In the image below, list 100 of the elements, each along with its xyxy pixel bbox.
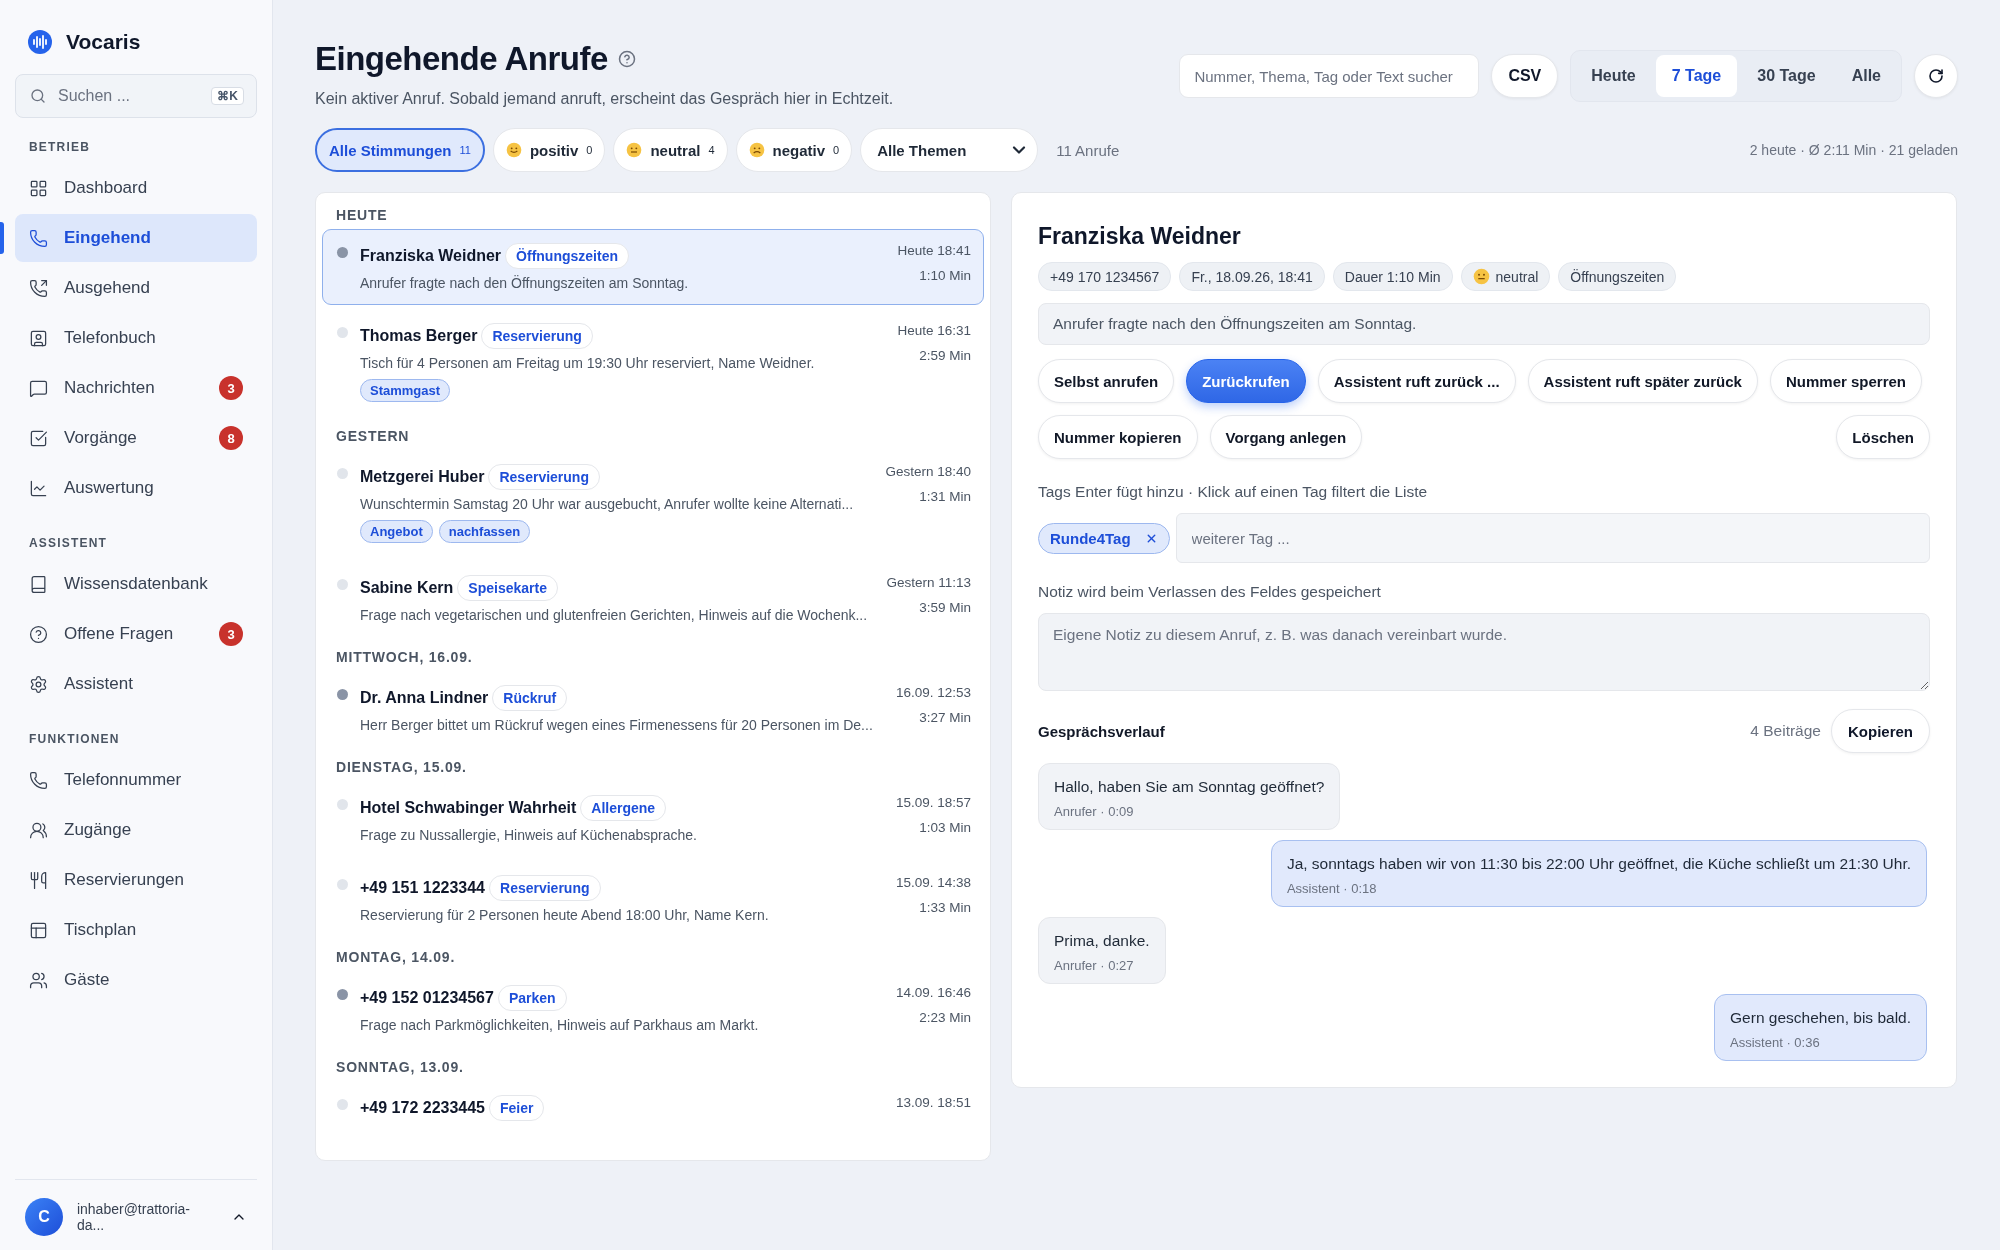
logo-icon: [28, 30, 52, 54]
message-count: 4 Beiträge: [1750, 722, 1821, 740]
smiley-icon: [626, 142, 643, 158]
call-row[interactable]: Thomas Berger Reservierung Tisch für 4 Personen am Freitag um 19:30 Uhr reserviert, Name Weidner. Stammgast Heute 16:31 2:59 Min: [322, 309, 984, 416]
refresh-icon: [1928, 68, 1944, 84]
nav-item[interactable]: Tischplan: [15, 906, 257, 954]
call-row[interactable]: +49 152 01234567 Parken Frage nach Parkmöglichkeiten, Hinweis auf Parkhaus am Markt. 14.09. 16:46 2:23 Min: [322, 971, 984, 1047]
date-heading: MONTAG, 14.09.: [335, 948, 457, 967]
message-meta: Assistent · 0:36: [1730, 1035, 1821, 1050]
call-duration: 1:03 Min: [919, 820, 971, 835]
topic-tag[interactable]: Rückruf: [492, 685, 568, 711]
nav-icon: [29, 328, 48, 348]
action-button[interactable]: Zurückrufen: [1186, 359, 1306, 403]
action-button[interactable]: Nummer sperren: [1769, 359, 1922, 403]
nav-icon: [29, 278, 48, 298]
call-row[interactable]: Dr. Anna Lindner Rückruf Herr Berger bittet um Rückruf wegen eines Firmenessens für 20 Personen im De... 16.09. 12:53 3:27 Min: [322, 671, 984, 747]
action-button[interactable]: Nummer kopieren: [1038, 415, 1198, 459]
nav-item[interactable]: Assistent: [15, 660, 257, 708]
call-duration: 3:27 Min: [919, 710, 971, 725]
nav-icon: [29, 674, 48, 694]
note-field[interactable]: Eigene Notiz zu diesem Anruf, z. B. was danach vereinbart wurde.: [1038, 613, 1930, 691]
topic-tag[interactable]: Parken: [497, 985, 567, 1011]
nav-item[interactable]: Nachrichten 3: [15, 364, 257, 412]
nav-item[interactable]: Telefonbuch: [15, 314, 257, 362]
nav-item[interactable]: Ausgehend: [15, 264, 257, 312]
topic-tag[interactable]: Öffnungszeiten: [505, 243, 629, 269]
nav-item[interactable]: Reservierungen: [15, 856, 257, 904]
caller-name: Metzgerei Huber: [360, 468, 485, 486]
call-row[interactable]: Metzgerei Huber Reservierung Wunschtermin Samstag 20 Uhr war ausgebucht, Anrufer wollte keine Alternati... Angebot nachfassen Gestern 18:40 1:31 Min: [322, 450, 984, 557]
count-badge: 3: [219, 622, 243, 646]
action-button[interactable]: Selbst anrufen: [1038, 359, 1175, 403]
smiley-icon: [505, 142, 522, 158]
nav-icon: [29, 228, 48, 248]
topic-tag[interactable]: Reservierung: [489, 875, 601, 901]
call-row[interactable]: Sabine Kern Speisekarte Frage nach vegetarischen und glutenfreien Gerichten, Hinweis auf die Wochenk... Gestern 11:13 3:59 Min: [322, 561, 984, 637]
result-count: 11 Anrufe: [1056, 141, 1120, 159]
topic-select[interactable]: Alle Themen: [860, 128, 1039, 172]
tags-hint: Tags Enter fügt hinzu · Klick auf einen Tag filtert die Liste: [1038, 483, 1429, 501]
call-time: Heute 16:31: [897, 323, 971, 338]
tag-input[interactable]: weiterer Tag ...: [1175, 513, 1930, 563]
page-subtitle: Kein aktiver Anruf. Sobald jemand anruft, erscheint das Gespräch hier in Echtzeit.: [315, 90, 894, 108]
range-tab[interactable]: Heute: [1575, 55, 1652, 97]
mood-filter[interactable]: negativ 0: [735, 128, 853, 172]
user-email: inhaber@trattoria-da...: [76, 1201, 191, 1233]
message-text: Ja, sonntags haben wir von 11:30 bis 22:00 Uhr geöffnet, die Küche schließt um 21:30 Uhr.: [1286, 855, 1911, 873]
topic-tag[interactable]: Reservierung: [488, 464, 600, 490]
delete-button[interactable]: Löschen: [1836, 415, 1930, 459]
nav-icon: [29, 820, 48, 840]
call-summary: Herr Berger bittet um Rückruf wegen eines Firmenessens für 20 Personen im De...: [360, 717, 873, 733]
tag[interactable]: Runde4Tag: [1038, 522, 1170, 554]
copy-button[interactable]: Kopieren: [1831, 709, 1930, 753]
nav-icon: [29, 178, 48, 198]
call-row[interactable]: +49 151 1223344 Reservierung Reservierung für 2 Personen heute Abend 18:00 Uhr, Name Kern. 15.09. 14:38 1:33 Min: [322, 861, 984, 937]
mood-filter[interactable]: neutral 4: [613, 128, 728, 172]
nav-item[interactable]: Dashboard: [15, 164, 257, 212]
caller-name: Dr. Anna Lindner: [360, 689, 489, 707]
action-button[interactable]: Assistent ruft später zurück: [1527, 359, 1758, 403]
call-summary: Frage nach Parkmöglichkeiten, Hinweis auf Parkhaus am Markt.: [360, 1017, 759, 1033]
tag[interactable]: nachfassen: [438, 520, 531, 543]
nav-item[interactable]: Offene Fragen 3: [15, 610, 257, 658]
call-time: Gestern 18:40: [885, 464, 971, 479]
csv-button[interactable]: CSV: [1491, 54, 1559, 98]
call-row[interactable]: Hotel Schwabinger Wahrheit Allergene Frage zu Nussallergie, Hinweis auf Küchenabsprache. 15.09. 18:57 1:03 Min: [322, 781, 984, 857]
mood-filter[interactable]: positiv 0: [492, 128, 606, 172]
call-row[interactable]: Franziska Weidner Öffnungszeiten Anrufer fragte nach den Öffnungszeiten am Sonntag. Heute 18:41 1:10 Min: [322, 229, 984, 305]
nav-item[interactable]: Auswertung: [15, 464, 257, 512]
nav-item[interactable]: Vorgänge 8: [15, 414, 257, 462]
topic-tag[interactable]: Allergene: [580, 795, 667, 821]
nav-item[interactable]: Zugänge: [15, 806, 257, 854]
call-time: 15.09. 14:38: [895, 875, 971, 890]
nav-item[interactable]: Telefonnummer: [15, 756, 257, 804]
action-button[interactable]: Vorgang anlegen: [1209, 415, 1363, 459]
search-field[interactable]: Nummer, Thema, Tag oder Text sucher: [1179, 54, 1480, 98]
call-time: Heute 18:41: [897, 243, 971, 258]
mood-filter[interactable]: Alle Stimmungen 11: [315, 128, 485, 172]
smiley-icon: [1472, 268, 1490, 285]
caller-name: Sabine Kern: [360, 579, 454, 597]
search-field[interactable]: Suchen ... ⌘K: [15, 74, 257, 118]
refresh-button[interactable]: [1914, 54, 1958, 98]
call-row[interactable]: +49 172 2233445 Feier 13.09. 18:51: [322, 1081, 984, 1135]
action-button[interactable]: Assistent ruft zurück ...: [1317, 359, 1516, 403]
avatar[interactable]: C: [25, 1198, 63, 1236]
range-tab[interactable]: 30 Tage: [1741, 55, 1832, 97]
help-icon[interactable]: [617, 50, 636, 68]
info-chip: Dauer 1:10 Min: [1332, 262, 1453, 291]
nav-item[interactable]: Wissensdatenbank: [15, 560, 257, 608]
call-summary: Anrufer fragte nach den Öffnungszeiten am Sonntag.: [1038, 303, 1930, 345]
date-heading: MITTWOCH, 16.09.: [335, 648, 474, 667]
info-chip: Fr., 18.09.26, 18:41: [1179, 262, 1325, 291]
call-time: 15.09. 18:57: [895, 795, 971, 810]
call-summary: Wunschtermin Samstag 20 Uhr war ausgebucht, Anrufer wollte keine Alternati...: [360, 496, 854, 512]
topic-tag[interactable]: Feier: [489, 1095, 545, 1121]
topic-tag[interactable]: Speisekarte: [457, 575, 558, 601]
count-badge: 3: [219, 376, 243, 400]
nav-item[interactable]: Gäste: [15, 956, 257, 1004]
range-tab[interactable]: 7 Tage: [1655, 55, 1738, 97]
range-tab[interactable]: Alle: [1835, 55, 1897, 97]
tag[interactable]: Stammgast: [360, 379, 451, 402]
tag[interactable]: Angebot: [360, 520, 433, 543]
topic-tag[interactable]: Reservierung: [481, 323, 593, 349]
